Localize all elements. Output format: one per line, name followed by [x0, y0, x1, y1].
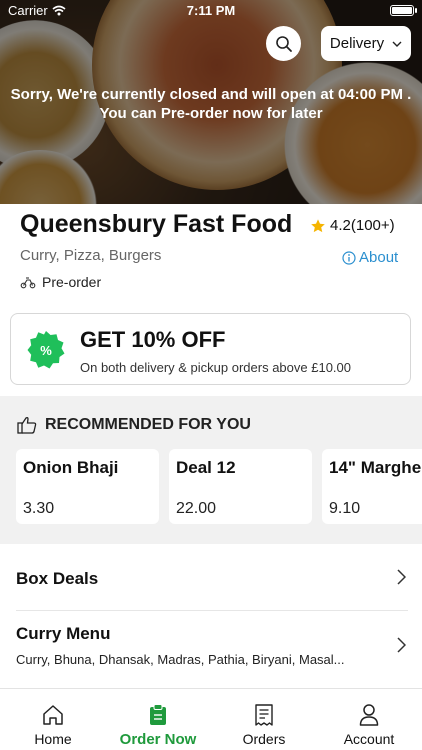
search-icon: [275, 35, 292, 52]
tab-account-label: Account: [343, 731, 395, 747]
offer-subtitle: On both delivery & pickup orders above £…: [80, 360, 352, 375]
recommended-section: RECOMMENDED FOR YOU Onion Bhaji 3.30 Dea…: [0, 396, 422, 544]
delivery-mode-label: Delivery: [329, 35, 385, 52]
recommended-item-name: Onion Bhaji: [23, 458, 119, 477]
chevron-down-icon: [392, 41, 402, 47]
svg-text:%: %: [40, 343, 52, 358]
tab-home-label: Home: [34, 731, 72, 747]
menu-category-curry-menu[interactable]: Curry Menu Curry, Bhuna, Dhansak, Madras…: [0, 611, 422, 681]
search-button[interactable]: [266, 26, 301, 61]
info-icon: [342, 250, 356, 265]
recommended-item-price: 9.10: [329, 500, 361, 517]
about-label: About: [359, 249, 399, 266]
closed-message: Sorry, We're currently closed and will o…: [0, 85, 422, 123]
menu-category-title: Curry Menu: [16, 624, 111, 643]
home-icon: [43, 705, 63, 725]
tab-orders[interactable]: Orders: [211, 689, 317, 750]
recommended-heading: RECOMMENDED FOR YOU: [45, 416, 251, 433]
recommended-item[interactable]: Deal 12 22.00: [169, 449, 312, 524]
closed-message-line1: Sorry, We're currently closed and will o…: [10, 86, 412, 103]
hero-banner: Carrier 7:11 PM Delivery Sorry, We're cu…: [0, 0, 422, 204]
recommended-item-name: Deal 12: [176, 458, 236, 477]
order-bag-icon: [150, 704, 166, 725]
tab-order-now-label: Order Now: [119, 731, 197, 748]
recommended-item-price: 3.30: [23, 500, 55, 517]
receipt-icon: [255, 704, 273, 726]
recommended-item[interactable]: Onion Bhaji 3.30: [16, 449, 159, 524]
recommended-item-price: 22.00: [176, 500, 217, 517]
cuisines: Curry, Pizza, Burgers: [20, 247, 162, 264]
battery-icon: [390, 5, 417, 16]
recommended-item[interactable]: 14" Marghe 9.10: [322, 449, 422, 524]
closed-message-line2: You can Pre-order now for later: [99, 105, 323, 122]
rating: 4.2(100+): [310, 217, 395, 234]
discount-badge-icon: %: [27, 331, 65, 369]
order-mode-label: Pre-order: [42, 274, 102, 290]
tab-bar: Home Order Now Orders Account: [0, 688, 422, 750]
tab-order-now[interactable]: Order Now: [105, 689, 211, 750]
tab-home[interactable]: Home: [0, 689, 106, 750]
chevron-right-icon: [397, 569, 406, 585]
recommended-header: RECOMMENDED FOR YOU: [17, 416, 251, 434]
status-bar: Carrier 7:11 PM: [0, 0, 422, 22]
star-icon: [311, 218, 325, 232]
status-time: 7:11 PM: [186, 3, 236, 18]
menu-category-description: Curry, Bhuna, Dhansak, Madras, Pathia, B…: [16, 652, 345, 667]
menu-category-title: Box Deals: [16, 569, 99, 588]
offer-card[interactable]: % GET 10% OFF On both delivery & pickup …: [10, 313, 411, 385]
tab-orders-label: Orders: [242, 731, 286, 747]
tab-account[interactable]: Account: [316, 689, 422, 750]
rating-value: 4.2(100+): [330, 217, 395, 234]
scooter-icon: [20, 277, 36, 289]
about-link[interactable]: About: [342, 249, 398, 266]
order-mode: Pre-order: [20, 274, 101, 290]
menu-category-box-deals[interactable]: Box Deals: [0, 544, 422, 610]
recommended-item-name: 14" Marghe: [329, 458, 422, 477]
chevron-right-icon: [397, 637, 406, 653]
delivery-mode-dropdown[interactable]: Delivery: [321, 26, 411, 61]
offer-title: GET 10% OFF: [80, 327, 226, 352]
restaurant-name: Queensbury Fast Food: [20, 210, 293, 238]
thumbs-up-icon: [17, 417, 37, 434]
user-icon: [359, 704, 379, 726]
